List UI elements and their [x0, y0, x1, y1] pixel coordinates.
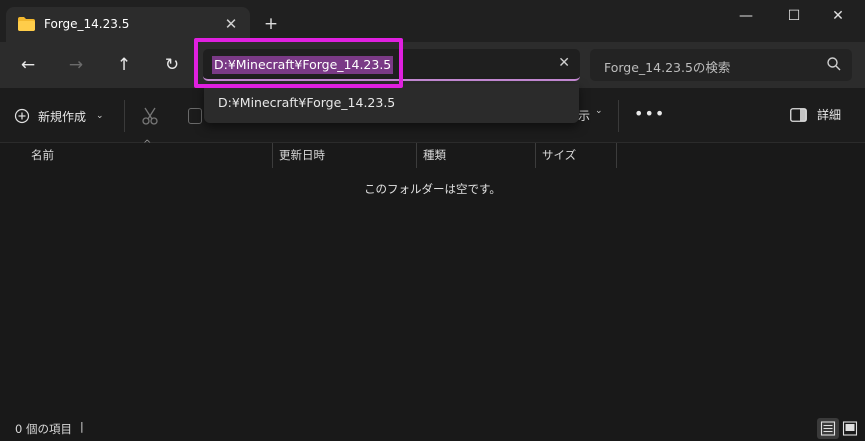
copy-icon[interactable]: [188, 108, 202, 124]
search-input[interactable]: Forge_14.23.5の検索: [604, 57, 730, 76]
forward-arrow-icon[interactable]: →: [61, 50, 91, 80]
more-options-icon[interactable]: •••: [634, 104, 665, 123]
list-view-icon: [820, 421, 836, 436]
close-window-button[interactable]: ✕: [815, 4, 861, 28]
column-headers: ^ 名前 更新日時 種類 サイズ: [0, 139, 865, 168]
title-bar: Forge_14.23.5 ✕ + — ☐ ✕: [0, 0, 865, 42]
status-separator: |: [80, 420, 84, 433]
column-header-name[interactable]: 名前: [24, 143, 272, 168]
refresh-icon[interactable]: ↻: [157, 50, 187, 80]
large-icons-view-button[interactable]: [839, 418, 861, 439]
details-view-button[interactable]: [817, 418, 839, 439]
details-button[interactable]: 詳細: [790, 106, 841, 123]
up-arrow-icon[interactable]: ↑: [109, 50, 139, 80]
address-input-text[interactable]: D:¥Minecraft¥Forge_14.23.5: [212, 56, 394, 74]
chevron-down-icon: ⌄: [96, 111, 104, 121]
toolbar-divider: [618, 100, 619, 132]
tiles-view-icon: [842, 421, 858, 436]
tab-forge[interactable]: Forge_14.23.5 ✕: [6, 7, 250, 42]
search-box[interactable]: Forge_14.23.5の検索: [590, 49, 852, 81]
clear-address-icon[interactable]: ✕: [558, 55, 570, 71]
empty-folder-message: このフォルダーは空です。: [364, 182, 501, 196]
search-icon[interactable]: [826, 56, 842, 72]
tab-title: Forge_14.23.5: [44, 17, 130, 31]
item-count: 0 個の項目: [15, 422, 72, 436]
tab-close-icon[interactable]: ✕: [220, 13, 242, 35]
address-suggestion-dropdown: D:¥Minecraft¥Forge_14.23.5: [204, 84, 579, 123]
toolbar-divider: [124, 100, 125, 132]
new-button[interactable]: 新規作成 ⌄: [14, 104, 104, 128]
address-bar[interactable]: D:¥Minecraft¥Forge_14.23.5 ✕: [203, 49, 580, 81]
maximize-button[interactable]: ☐: [771, 4, 817, 28]
plus-circle-icon: [14, 108, 30, 124]
column-header-modified[interactable]: 更新日時: [272, 143, 416, 168]
column-header-size[interactable]: サイズ: [535, 143, 616, 168]
new-tab-button[interactable]: +: [260, 13, 282, 35]
minimize-button[interactable]: —: [723, 4, 769, 28]
folder-icon: [18, 17, 35, 31]
details-pane-icon: [790, 107, 807, 122]
suggestion-item[interactable]: D:¥Minecraft¥Forge_14.23.5: [218, 95, 395, 110]
view-chevron-icon: ⌄: [595, 106, 603, 116]
back-arrow-icon[interactable]: ←: [13, 50, 43, 80]
view-button[interactable]: 示: [578, 107, 590, 124]
column-divider[interactable]: [616, 143, 617, 168]
column-header-type[interactable]: 種類: [416, 143, 535, 168]
cut-icon[interactable]: [140, 106, 160, 126]
details-label: 詳細: [817, 108, 842, 122]
navigation-bar: ← → ↑ ↻ D:¥Minecraft¥Forge_14.23.5 ✕ For…: [0, 42, 865, 88]
new-button-label: 新規作成: [38, 109, 87, 124]
status-bar: 0 個の項目 |: [0, 416, 865, 441]
